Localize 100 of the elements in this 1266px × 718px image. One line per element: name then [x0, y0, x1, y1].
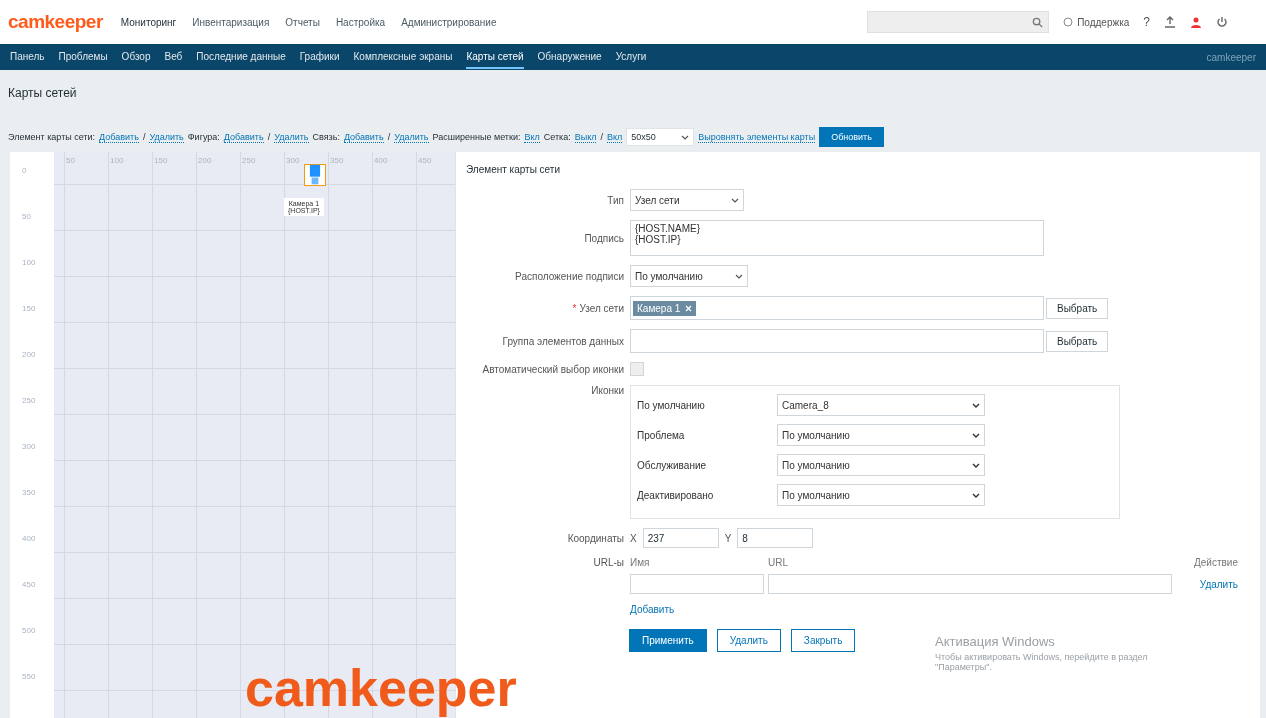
icon-select[interactable]: По умолчанию: [777, 454, 985, 476]
column-header: Имя: [630, 557, 651, 568]
close-icon[interactable]: [685, 304, 693, 312]
field-label: Тип: [606, 194, 624, 206]
auto-icon-checkbox[interactable]: [630, 362, 644, 376]
submenu-item[interactable]: Обзор: [121, 45, 151, 69]
field-label: Группа элементов данных: [501, 335, 624, 347]
icon-label: Обслуживание: [637, 459, 708, 471]
application-field[interactable]: [630, 329, 1044, 353]
server-name: camkeeper: [1206, 51, 1256, 63]
host-chip[interactable]: Камера 1: [633, 300, 697, 316]
grid-label: 500: [22, 626, 36, 635]
chevron-down-icon: [972, 462, 980, 468]
grid-label: 250: [22, 396, 36, 405]
toolbar-link[interactable]: Удалить: [274, 131, 309, 143]
top-menu-item[interactable]: Администрирование: [401, 16, 497, 28]
url-name-field[interactable]: [630, 574, 764, 594]
toolbar-link[interactable]: Вкл: [607, 131, 623, 143]
toolbar-link[interactable]: Выкл: [574, 131, 597, 143]
chevron-down-icon: [681, 134, 690, 140]
toolbar-label: /: [387, 132, 391, 142]
top-menu-item[interactable]: Настройка: [335, 16, 386, 28]
field-label: Автоматический выбор иконки: [481, 363, 624, 375]
submenu-item[interactable]: Комплексные экраны: [353, 45, 453, 69]
add-link[interactable]: Добавить: [630, 604, 675, 615]
icon-select[interactable]: Camera_8: [777, 394, 985, 416]
toolbar-label: Расширенные метки:: [432, 132, 521, 142]
activation-title: Активация Windows: [935, 634, 1056, 649]
form-button[interactable]: Применить: [629, 629, 707, 652]
support-link[interactable]: Поддержка: [1077, 16, 1130, 28]
top-menu-item[interactable]: Отчеты: [285, 16, 320, 28]
toolbar-label: Элемент карты сети:: [8, 132, 96, 142]
caption-textarea[interactable]: {HOST.NAME} {HOST.IP}: [630, 220, 1044, 256]
toolbar-label: Связь:: [312, 132, 340, 142]
form-title: Элемент карты сети: [466, 164, 561, 175]
column-header: URL: [768, 557, 789, 568]
toolbar-link[interactable]: Добавить: [99, 131, 139, 143]
submenu-item[interactable]: Панель: [10, 45, 45, 69]
icon-label: По умолчанию: [637, 399, 706, 411]
toolbar-link[interactable]: Удалить: [149, 131, 184, 143]
toolbar-link[interactable]: Добавить: [343, 131, 384, 143]
submenu-item[interactable]: Веб: [164, 45, 183, 69]
url-field[interactable]: [768, 574, 1172, 594]
grid-size-select[interactable]: 50x50: [626, 128, 695, 146]
top-menu-item[interactable]: Мониторинг: [120, 16, 177, 28]
field-label: Узел сети: [579, 302, 624, 314]
update-button[interactable]: Обновить: [819, 127, 884, 147]
toolbar-label: /: [267, 132, 271, 142]
remove-link[interactable]: Удалить: [1176, 578, 1238, 590]
toolbar-label: Сетка:: [543, 132, 571, 142]
coord-label: X: [630, 532, 637, 544]
field-label: Иконки: [590, 385, 624, 396]
toolbar-link[interactable]: Удалить: [394, 131, 429, 143]
grid-label: 50: [22, 212, 31, 221]
grid-label: 300: [22, 442, 36, 451]
select-button[interactable]: Выбрать: [1046, 330, 1109, 352]
field-label: Подпись: [583, 232, 624, 244]
search-icon: [1032, 16, 1044, 28]
field-label: Координаты: [566, 532, 624, 544]
form-button[interactable]: Удалить: [716, 629, 781, 652]
type-select[interactable]: Узел сети: [630, 189, 744, 211]
toolbar-link[interactable]: Добавить: [223, 131, 264, 143]
host-multiselect[interactable]: Камера 1: [630, 296, 1044, 320]
icon-label: Деактивировано: [637, 489, 715, 501]
share-icon[interactable]: [1164, 16, 1176, 28]
chevron-down-icon: [972, 402, 980, 408]
camera-element-icon[interactable]: [304, 164, 326, 186]
submenu-item[interactable]: Графики: [299, 45, 340, 69]
y-coordinate-field[interactable]: 8: [737, 528, 814, 548]
form-button[interactable]: Закрыть: [790, 629, 856, 652]
caption-position-select[interactable]: По умолчанию: [630, 265, 748, 287]
submenu-item[interactable]: Карты сетей: [466, 45, 524, 69]
help-link[interactable]: ?: [1143, 15, 1150, 29]
submenu-item[interactable]: Проблемы: [58, 45, 108, 69]
search-field[interactable]: [867, 11, 1050, 33]
chevron-down-icon: [735, 273, 743, 279]
grid-label: 350: [22, 488, 36, 497]
submenu-item[interactable]: Услуги: [615, 45, 647, 69]
submenu-item[interactable]: Обнаружение: [537, 45, 602, 69]
icon-select[interactable]: По умолчанию: [777, 484, 985, 506]
grid-label: 400: [22, 534, 36, 543]
submenu-item[interactable]: Последние данные: [196, 45, 286, 69]
toolbar-link[interactable]: Вкл: [524, 131, 540, 143]
support-icon: [1063, 17, 1074, 27]
top-menu-item[interactable]: Инвентаризация: [192, 16, 270, 28]
user-icon[interactable]: [1190, 16, 1202, 28]
grid-label: 550: [22, 672, 36, 681]
grid-label: 200: [22, 350, 36, 359]
chevron-down-icon: [731, 197, 739, 203]
icon-select[interactable]: По умолчанию: [777, 424, 985, 446]
chevron-down-icon: [972, 432, 980, 438]
power-icon[interactable]: [1216, 16, 1228, 28]
required-mark: *: [572, 302, 577, 314]
grid-label: 450: [22, 580, 36, 589]
activation-text: Чтобы активировать Windows, перейдите в раздел: [935, 652, 1148, 662]
x-coordinate-field[interactable]: 237: [642, 528, 719, 548]
select-button[interactable]: Выбрать: [1046, 297, 1109, 319]
activation-text: "Параметры".: [935, 662, 993, 672]
chevron-down-icon: [972, 492, 980, 498]
toolbar-link[interactable]: Выровнять элементы карты: [698, 131, 816, 143]
